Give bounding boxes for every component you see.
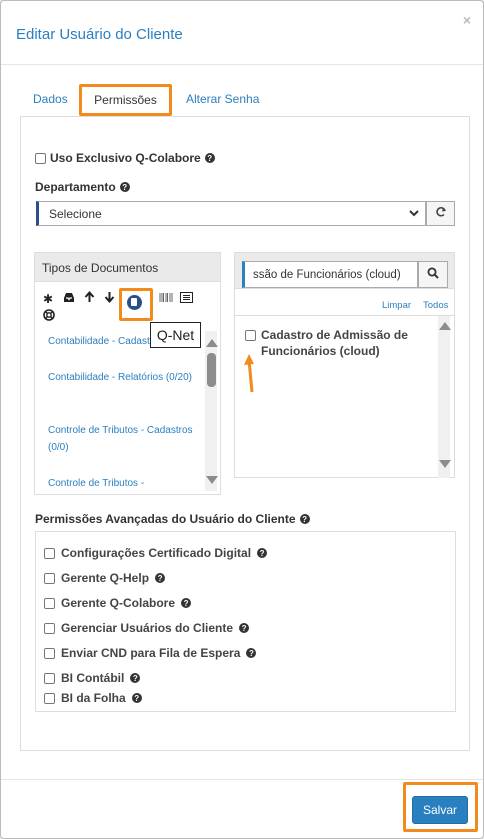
advanced-permissions-label-row: Permissões Avançadas do Usuário do Clien… <box>35 512 310 526</box>
permission-label: Configurações Certificado Digital <box>61 546 252 560</box>
help-icon[interactable]: ? <box>119 182 130 192</box>
refresh-icon <box>435 206 447 221</box>
tab-permissoes[interactable]: Permissões <box>79 84 172 116</box>
refresh-department-button[interactable] <box>426 201 455 226</box>
lifebuoy-icon[interactable] <box>43 309 55 323</box>
result-checkbox[interactable] <box>245 330 256 341</box>
help-icon[interactable]: ? <box>204 153 215 163</box>
file-icon[interactable] <box>127 295 142 310</box>
document-types-scrollbar[interactable] <box>205 331 218 491</box>
permission-checkbox[interactable] <box>44 547 55 559</box>
help-icon[interactable]: ? <box>131 693 142 703</box>
permission-checkbox[interactable] <box>44 647 55 659</box>
search-button[interactable] <box>418 261 448 288</box>
document-types-header: Tipos de Documentos <box>35 253 220 282</box>
department-selected-value: Selecione <box>49 206 102 221</box>
permission-row: BI Contábil ? <box>44 671 141 685</box>
help-icon[interactable]: ? <box>155 573 166 583</box>
permission-row: Gerente Q-Colabore ? <box>44 596 192 610</box>
scroll-down-icon[interactable] <box>439 460 451 468</box>
permission-checkbox[interactable] <box>44 692 55 704</box>
exclusive-q-colabore-row: Uso Exclusivo Q-Colabore ? <box>35 151 215 165</box>
arrow-up-icon[interactable] <box>84 290 95 305</box>
permission-row: Gerenciar Usuários do Cliente ? <box>44 621 250 635</box>
list-item[interactable]: Contabilidade - Relatórios (0/20) <box>48 369 193 386</box>
permission-row: Configurações Certificado Digital ? <box>44 546 268 560</box>
document-search-header: ssão de Funcionários (cloud) <box>235 253 454 289</box>
tab-bar: Dados Permissões Alterar Senha <box>21 84 471 116</box>
search-results-list: Cadastro de Admissão de Funcionários (cl… <box>235 315 454 478</box>
advanced-permissions-box: Configurações Certificado Digital ? Gere… <box>35 531 456 712</box>
scroll-thumb[interactable] <box>207 353 216 387</box>
inbox-icon[interactable] <box>63 292 75 305</box>
close-button[interactable]: × <box>463 12 471 28</box>
select-all-link[interactable]: Todos <box>423 300 448 311</box>
permission-checkbox[interactable] <box>44 572 55 584</box>
help-icon[interactable]: ? <box>299 514 310 524</box>
department-label: Departamento <box>35 180 116 194</box>
help-icon[interactable]: ? <box>239 623 250 633</box>
permission-checkbox[interactable] <box>44 672 55 684</box>
permission-label: Enviar CND para Fila de Espera <box>61 646 241 660</box>
help-icon[interactable]: ? <box>130 673 141 683</box>
save-button[interactable]: Salvar <box>412 796 468 824</box>
help-icon[interactable]: ? <box>181 598 192 608</box>
exclusive-q-colabore-checkbox[interactable] <box>35 152 46 164</box>
search-icon <box>427 267 439 282</box>
document-types-box: Tipos de Documentos ✱ Contabilidade - Ca… <box>34 252 221 495</box>
tab-dados[interactable]: Dados <box>33 84 68 116</box>
permissions-panel: Uso Exclusivo Q-Colabore ? Departamento … <box>20 116 470 751</box>
scroll-down-icon[interactable] <box>206 476 218 484</box>
chevron-down-icon <box>408 207 420 222</box>
help-icon[interactable]: ? <box>257 548 268 558</box>
orange-arrow-icon <box>244 354 254 393</box>
document-search-box: ssão de Funcionários (cloud) Limpar Todo… <box>234 252 455 478</box>
list-item[interactable]: Controle de Tributos - Cadastros (0/0) <box>48 422 193 456</box>
permission-label: BI da Folha <box>61 691 126 705</box>
permission-row: BI da Folha ? <box>44 691 142 705</box>
help-icon[interactable]: ? <box>246 648 257 658</box>
tab-alterar-senha[interactable]: Alterar Senha <box>186 84 259 116</box>
search-input[interactable]: ssão de Funcionários (cloud) <box>242 261 418 288</box>
modal-title: Editar Usuário do Cliente <box>16 26 183 43</box>
scroll-up-icon[interactable] <box>206 339 218 347</box>
scroll-up-icon[interactable] <box>439 322 451 330</box>
modal-header: Editar Usuário do Cliente × <box>1 1 483 65</box>
permission-row: Enviar CND para Fila de Espera ? <box>44 646 257 660</box>
permission-label: Gerente Q-Help <box>61 571 150 585</box>
list-icon[interactable] <box>180 292 193 305</box>
clear-link[interactable]: Limpar <box>382 300 411 311</box>
search-result-item[interactable]: Cadastro de Admissão de Funcionários (cl… <box>245 327 425 359</box>
search-results-scrollbar[interactable] <box>438 316 451 478</box>
permission-label: BI Contábil <box>61 671 125 685</box>
department-label-row: Departamento ? <box>35 180 130 194</box>
permission-checkbox[interactable] <box>44 622 55 634</box>
document-types-list: Contabilidade - Cadastros (0/... Contabi… <box>35 331 203 491</box>
permission-row: Gerente Q-Help ? <box>44 571 166 585</box>
barcode-icon[interactable] <box>159 292 173 305</box>
permission-checkbox[interactable] <box>44 597 55 609</box>
permission-label: Gerenciar Usuários do Cliente <box>61 621 234 635</box>
result-label: Cadastro de Admissão de Funcionários (cl… <box>261 328 408 358</box>
q-net-tooltip: Q-Net <box>150 322 201 348</box>
arrow-down-icon[interactable] <box>104 291 115 305</box>
advanced-permissions-label: Permissões Avançadas do Usuário do Clien… <box>35 512 296 526</box>
department-select[interactable]: Selecione <box>36 201 426 226</box>
permission-label: Gerente Q-Colabore <box>61 596 176 610</box>
edit-client-user-modal: Editar Usuário do Cliente × Dados Permis… <box>0 0 484 839</box>
exclusive-q-colabore-label: Uso Exclusivo Q-Colabore <box>50 151 201 165</box>
asterisk-icon[interactable]: ✱ <box>43 293 53 305</box>
list-item[interactable]: Controle de Tributos - <box>48 475 193 491</box>
